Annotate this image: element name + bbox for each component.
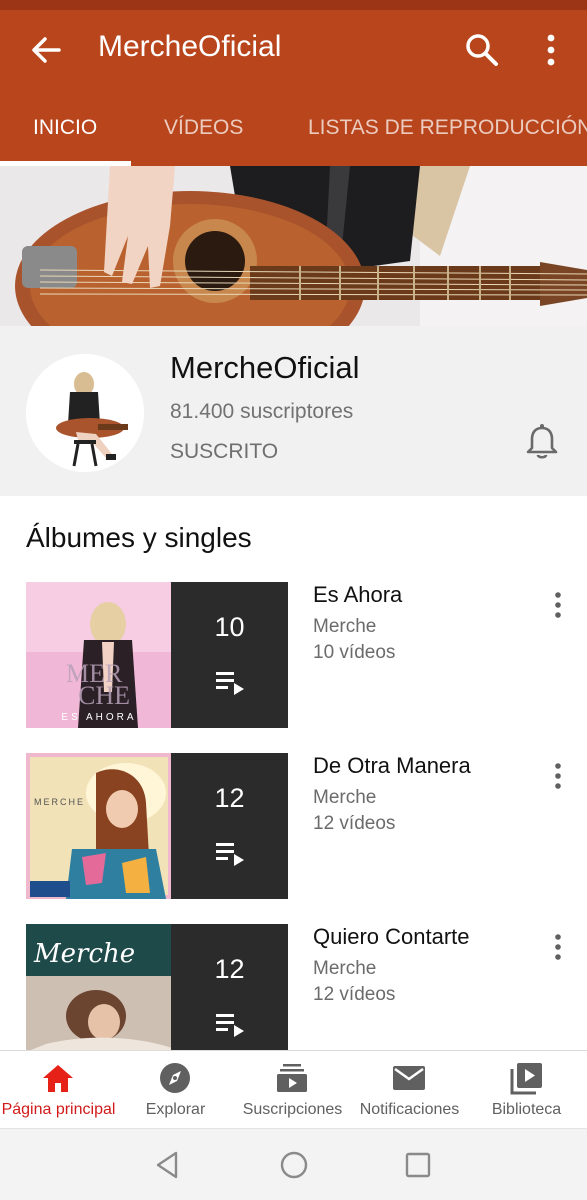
app-bar: MercheOficial [0, 10, 587, 90]
album-video-count: 12 vídeos [313, 813, 396, 834]
playlist-count-overlay: 12 [171, 924, 288, 1070]
svg-text:CHE: CHE [78, 681, 130, 710]
playlist-icon [216, 1014, 244, 1037]
more-vert-icon[interactable] [544, 932, 572, 962]
nav-library-label: Biblioteca [491, 1101, 562, 1118]
album-thumbnail[interactable]: MERCHE [26, 753, 172, 899]
tab-inicio[interactable]: INICIO [33, 90, 97, 166]
system-home-icon[interactable] [278, 1149, 310, 1181]
subscriptions-icon [277, 1064, 307, 1092]
album-item[interactable]: MERCHE 12 De Otra Manera Merche 12 vídeo… [0, 753, 587, 899]
nav-explore-label: Explorar [145, 1101, 206, 1118]
more-vert-icon[interactable] [534, 30, 568, 70]
album-video-count: 12 vídeos [313, 984, 396, 1005]
more-vert-icon[interactable] [544, 761, 572, 791]
channel-banner [0, 166, 587, 326]
library-icon [510, 1063, 542, 1095]
bottom-navigation: Página principal Explorar Suscripciones … [0, 1050, 587, 1128]
album-artist: Merche [313, 958, 377, 979]
system-recents-icon[interactable] [402, 1149, 434, 1181]
nav-subscriptions[interactable]: Suscripciones [234, 1051, 351, 1129]
album-video-count: 10 vídeos [313, 642, 396, 663]
album-cover-image: MER CHE ES AHORA [26, 582, 172, 728]
avatar-image [26, 354, 144, 472]
album-item[interactable]: Merche 12 Quiero Contarte Merche 12 víde… [0, 924, 587, 1070]
system-back-icon[interactable] [152, 1149, 184, 1181]
video-count: 12 [214, 954, 245, 984]
channel-name: MercheOficial [170, 350, 360, 385]
playlist-count-overlay: 10 [171, 582, 288, 728]
nav-home-label: Página principal [1, 1101, 116, 1118]
playlist-count-overlay: 12 [171, 753, 288, 899]
search-icon[interactable] [462, 30, 502, 70]
nav-subscriptions-label: Suscripciones [242, 1101, 343, 1118]
section-title: Álbumes y singles [26, 522, 252, 553]
album-artist: Merche [313, 616, 377, 637]
album-thumbnail[interactable]: Merche [26, 924, 172, 1070]
page-title: MercheOficial [98, 30, 282, 63]
subscriber-count: 81.400 suscriptores [170, 400, 354, 423]
album-artist: Merche [313, 787, 377, 808]
back-arrow-icon[interactable] [26, 32, 66, 68]
channel-avatar[interactable] [26, 354, 144, 472]
album-cover-text: ES AHORA [61, 712, 136, 723]
album-cover-image: MERCHE [26, 753, 172, 899]
playlist-icon [216, 843, 244, 866]
banner-image [0, 166, 587, 326]
video-count: 10 [214, 612, 245, 642]
channel-tabs: INICIO VÍDEOS LISTAS DE REPRODUCCIÓN [0, 90, 587, 166]
playlist-icon [216, 672, 244, 695]
home-icon [43, 1065, 73, 1092]
channel-header: MercheOficial 81.400 suscriptores SUSCRI… [0, 326, 587, 496]
more-vert-icon[interactable] [544, 590, 572, 620]
album-item[interactable]: MER CHE ES AHORA 10 Es Ahora Merche 10 v… [0, 582, 587, 728]
system-navigation-bar [0, 1128, 587, 1200]
compass-icon [160, 1063, 190, 1093]
status-bar [0, 0, 587, 10]
album-title[interactable]: Es Ahora [313, 582, 402, 608]
album-cover-text: Merche [33, 939, 135, 969]
tab-videos[interactable]: VÍDEOS [164, 90, 243, 166]
nav-notifications[interactable]: Notificaciones [351, 1051, 468, 1129]
album-title[interactable]: De Otra Manera [313, 753, 471, 779]
album-thumbnail[interactable]: MER CHE ES AHORA [26, 582, 172, 728]
album-title[interactable]: Quiero Contarte [313, 924, 470, 950]
bell-icon[interactable] [522, 422, 562, 462]
nav-home[interactable]: Página principal [0, 1051, 117, 1129]
video-count: 12 [214, 783, 245, 813]
mail-icon [393, 1066, 425, 1090]
album-cover-image: Merche [26, 924, 172, 1070]
nav-library[interactable]: Biblioteca [468, 1051, 585, 1129]
nav-explore[interactable]: Explorar [117, 1051, 234, 1129]
nav-notifications-label: Notificaciones [359, 1101, 460, 1118]
album-cover-text: MERCHE [34, 797, 85, 807]
subscribed-button[interactable]: SUSCRITO [170, 440, 278, 464]
tab-playlists[interactable]: LISTAS DE REPRODUCCIÓN [308, 90, 587, 166]
